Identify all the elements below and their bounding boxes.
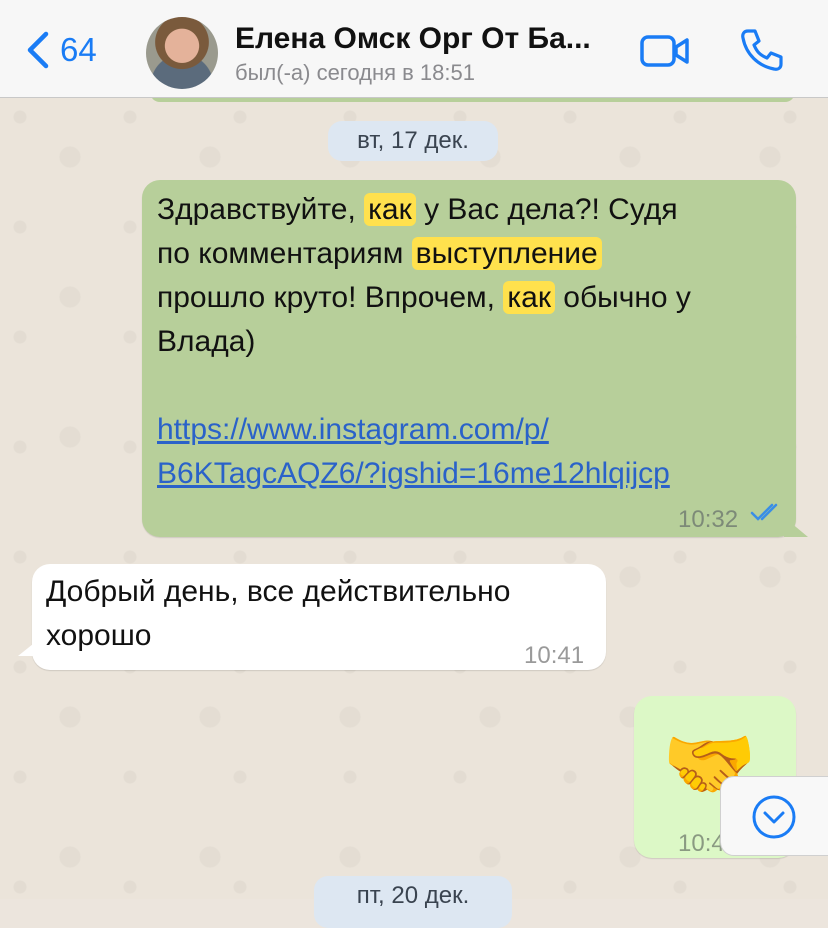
chat-header: 64 Елена Омск Орг От Ба... был(-а) сегод… — [0, 0, 828, 98]
video-call-icon[interactable] — [640, 34, 690, 68]
phone-call-icon[interactable] — [738, 27, 784, 73]
unread-count: 64 — [60, 31, 97, 68]
message-text: Здравствуйте, как у Вас дела?! Судя по к… — [157, 188, 787, 496]
text-fragment: обычно у — [554, 281, 691, 314]
back-button[interactable]: 64 — [24, 28, 97, 72]
message-time: 10:4 — [678, 830, 725, 857]
text-line: Добрый день, все действительно — [46, 575, 511, 608]
text-fragment: у Вас дела?! Судя — [415, 193, 678, 226]
text-fragment: прошло круто! Впрочем, — [157, 281, 504, 314]
text-fragment: Здравствуйте, — [157, 193, 365, 226]
text-fragment: Влада) — [157, 325, 256, 358]
message-time: 10:32 — [678, 506, 739, 533]
avatar[interactable] — [146, 17, 218, 89]
outgoing-message[interactable]: Здравствуйте, как у Вас дела?! Судя по к… — [142, 180, 808, 537]
search-highlight: как — [364, 193, 416, 226]
instagram-link[interactable]: https://www.instagram.com/p/ — [157, 408, 787, 452]
message-text: Добрый день, все действительно хорошо — [46, 570, 510, 658]
date-separator: пт, 20 дек. — [314, 876, 512, 928]
date-separator: вт, 17 дек. — [328, 121, 498, 161]
text-fragment: по комментариям — [157, 237, 412, 270]
chevron-down-circle-icon — [752, 795, 796, 839]
message-time: 10:41 — [524, 642, 585, 669]
instagram-link-cont[interactable]: B6KTagcAQZ6/?igshid=16me12hlqijcp — [157, 452, 787, 496]
incoming-message[interactable]: Добрый день, все действительно хорошо 10… — [18, 564, 606, 670]
search-highlight: как — [503, 281, 555, 314]
search-highlight: выступление — [411, 237, 602, 270]
last-seen-status: был(-а) сегодня в 18:51 — [235, 60, 475, 85]
text-line: хорошо — [46, 619, 152, 652]
chevron-left-icon — [27, 31, 49, 69]
double-check-icon — [750, 503, 778, 521]
contact-name[interactable]: Елена Омск Орг От Ба... — [235, 22, 615, 56]
scroll-to-bottom-button[interactable] — [720, 776, 828, 856]
